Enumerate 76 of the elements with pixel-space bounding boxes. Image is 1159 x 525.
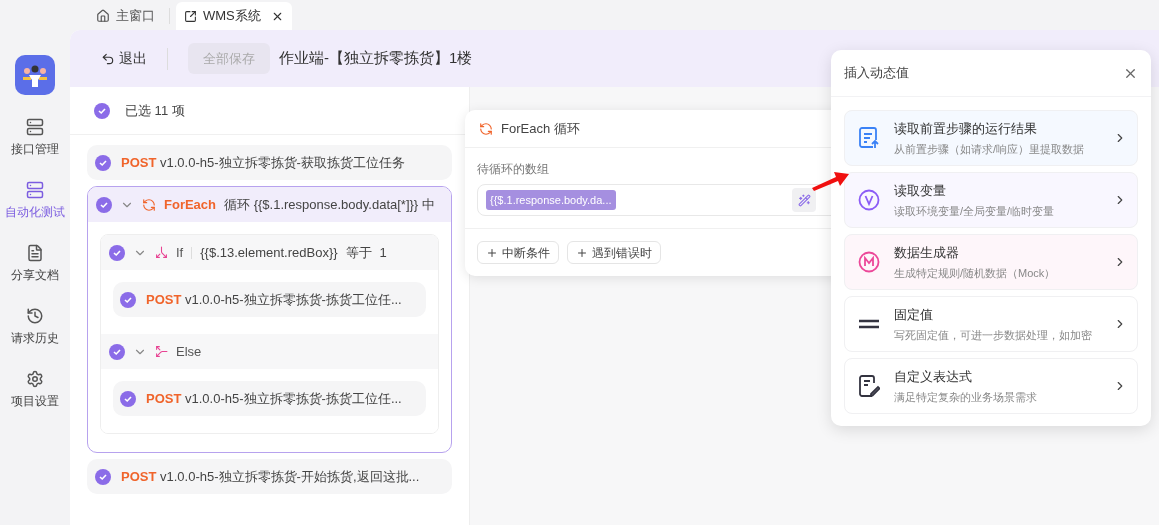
add-option-button[interactable]: 遇到错误时 bbox=[567, 241, 661, 264]
sidebar-item[interactable]: 请求历史 bbox=[11, 307, 59, 347]
sidebar-item[interactable]: 接口管理 bbox=[11, 118, 59, 158]
value-source-option[interactable]: 读取变量 读取环境变量/全局变量/临时变量 bbox=[844, 172, 1138, 228]
history-icon bbox=[26, 307, 44, 325]
loop-expression: 循环 {{$.1.response.body.data[*]}} 中 bbox=[224, 195, 435, 214]
card-title: ForEach 循环 bbox=[501, 119, 580, 138]
branch-keyword: If bbox=[176, 243, 184, 262]
server-icon bbox=[26, 118, 44, 136]
branch-icon bbox=[155, 345, 168, 358]
value-source-option[interactable]: 固定值 写死固定值，可进一步数据处理，如加密 bbox=[844, 296, 1138, 352]
checkbox[interactable] bbox=[120, 390, 136, 407]
exit-button[interactable]: 退出 bbox=[101, 48, 147, 69]
loop-keyword: ForEach bbox=[164, 195, 216, 214]
checkbox[interactable] bbox=[95, 154, 111, 171]
expression-tag: {{$.1.response.body.da... bbox=[486, 189, 616, 211]
sidebar-item[interactable]: 自动化测试 bbox=[5, 181, 65, 221]
home-icon bbox=[96, 9, 110, 23]
magic-wand-icon bbox=[797, 193, 811, 207]
step-label: POST v1.0.0-h5-独立拆零拣货-获取拣货工位任务 bbox=[121, 153, 405, 172]
option-description: 写死固定值，可进一步数据处理，如加密 bbox=[894, 327, 1093, 343]
settings-icon bbox=[26, 370, 44, 388]
option-title: 固定值 bbox=[894, 306, 934, 324]
field-label: 待循环的数组 bbox=[477, 161, 550, 178]
loop-icon bbox=[479, 121, 493, 136]
value-source-option[interactable]: 读取前置步骤的运行结果 从前置步骤（如请求/响应）里提取数据 bbox=[844, 110, 1138, 166]
option-title: 数据生成器 bbox=[894, 244, 960, 262]
option-description: 生成特定规则/随机数据（Mock） bbox=[894, 265, 1057, 281]
step-row[interactable]: POST v1.0.0-h5-独立拆零拣货-获取拣货工位任务 bbox=[87, 145, 452, 180]
step-label: POST v1.0.0-h5-独立拆零拣货-拣货工位任... bbox=[146, 389, 402, 408]
page-title: 作业端-【独立拆零拣货】1楼 bbox=[279, 48, 473, 69]
option-title: 自定义表达式 bbox=[894, 368, 973, 386]
undo-icon bbox=[101, 51, 115, 66]
window-tab[interactable]: WMS系统 bbox=[176, 2, 292, 30]
step-label: POST v1.0.0-h5-独立拆零拣货-拣货工位任... bbox=[146, 290, 402, 309]
checkbox[interactable] bbox=[95, 468, 111, 485]
step-label: POST v1.0.0-h5-独立拆零拣货-开始拣货,返回这批... bbox=[121, 467, 420, 486]
app-logo bbox=[15, 55, 55, 95]
branch-keyword: Else bbox=[176, 342, 202, 361]
checkbox[interactable] bbox=[94, 102, 110, 119]
checkbox[interactable] bbox=[120, 291, 136, 308]
plus-icon bbox=[486, 246, 498, 259]
letter-m-icon bbox=[858, 251, 880, 273]
step-row[interactable]: POST v1.0.0-h5-独立拆零拣货-拣货工位任... bbox=[113, 282, 426, 317]
condition-value: 1 bbox=[379, 243, 387, 262]
checkbox[interactable] bbox=[109, 244, 125, 261]
condition-expression: {{$.13.element.redBox}} bbox=[200, 243, 338, 262]
plus-icon bbox=[576, 246, 588, 259]
add-option-button[interactable]: 中断条件 bbox=[477, 241, 559, 264]
magic-wand-button[interactable] bbox=[792, 188, 816, 212]
option-title: 读取前置步骤的运行结果 bbox=[894, 120, 1038, 138]
condition-operator: 等于 bbox=[345, 243, 372, 262]
letter-v-icon bbox=[858, 189, 880, 211]
selection-count: 已选 11 项 bbox=[125, 101, 185, 120]
option-description: 读取环境变量/全局变量/临时变量 bbox=[894, 203, 1056, 219]
value-source-option[interactable]: 数据生成器 生成特定规则/随机数据（Mock） bbox=[844, 234, 1138, 290]
stack-icon bbox=[26, 181, 44, 199]
popover-title: 插入动态值 bbox=[844, 64, 909, 83]
edit-document-icon bbox=[858, 374, 880, 398]
loop-icon bbox=[142, 197, 156, 212]
document-icon bbox=[26, 244, 44, 262]
value-source-option[interactable]: 自定义表达式 满足特定复杂的业务场景需求 bbox=[844, 358, 1138, 414]
window-tab[interactable]: 主窗口 bbox=[88, 2, 163, 30]
sidebar-item[interactable]: 分享文档 bbox=[11, 244, 59, 284]
step-row[interactable]: POST v1.0.0-h5-独立拆零拣货-拣货工位任... bbox=[113, 381, 426, 416]
option-description: 满足特定复杂的业务场景需求 bbox=[894, 389, 1038, 405]
checkbox[interactable] bbox=[109, 343, 125, 360]
option-title: 读取变量 bbox=[894, 182, 947, 200]
option-description: 从前置步骤（如请求/响应）里提取数据 bbox=[894, 141, 1086, 157]
step-row[interactable]: POST v1.0.0-h5-独立拆零拣货-开始拣货,返回这批... bbox=[87, 459, 452, 494]
checkbox[interactable] bbox=[96, 196, 112, 213]
branch-icon bbox=[155, 246, 168, 259]
external-window-icon bbox=[184, 9, 197, 23]
sidebar-item[interactable]: 项目设置 bbox=[11, 370, 59, 410]
equals-icon bbox=[858, 319, 880, 329]
document-upload-icon bbox=[858, 126, 880, 150]
